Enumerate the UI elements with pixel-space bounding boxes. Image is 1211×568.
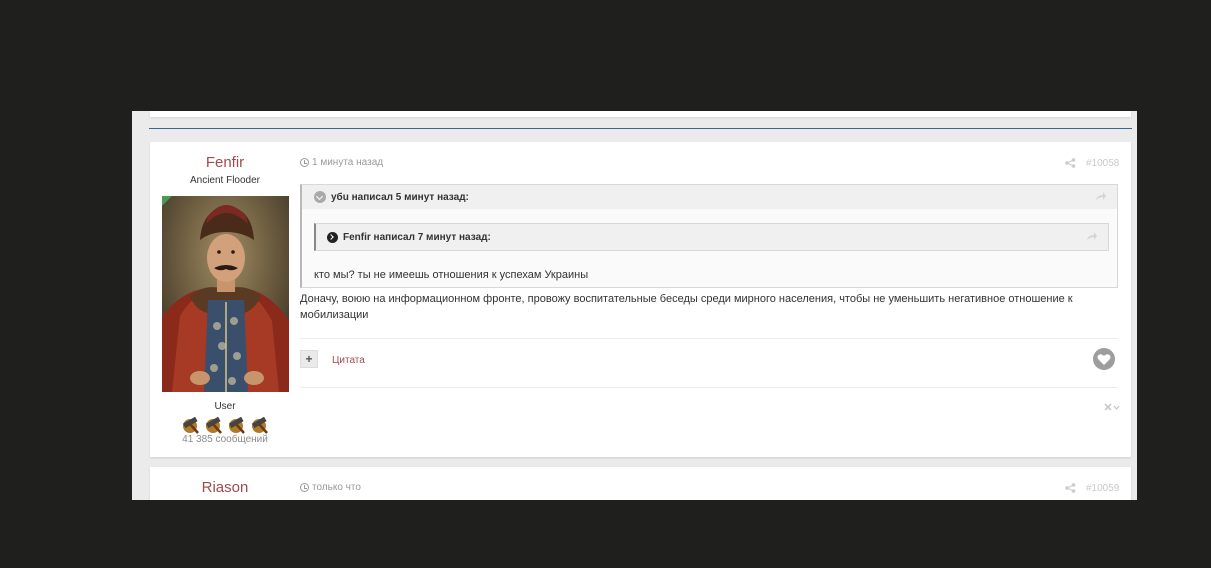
post-timestamp[interactable]: только что <box>300 482 361 493</box>
share-icon[interactable] <box>1065 158 1076 168</box>
heart-icon <box>1097 353 1111 365</box>
post-content: Доначу, воюю на информационном фронте, п… <box>300 293 1073 321</box>
rank-hammer-icon <box>251 416 268 434</box>
previous-post-bottom <box>150 111 1131 117</box>
rank-hammer-icon <box>228 416 245 434</box>
author-post-count[interactable]: 41 385 сообщений <box>150 434 300 445</box>
quote-source-icon[interactable] <box>1095 191 1107 201</box>
multiquote-button[interactable]: + <box>300 350 318 368</box>
post: Fenfir Ancient Flooder User 41 385 сообщ… <box>150 142 1131 457</box>
quote-text: кто мы? ты не имеешь отношения к успехам… <box>314 269 589 281</box>
author-group: User <box>214 401 236 412</box>
quote-block: убu написал 5 минут назад: Fenfir написа… <box>300 184 1118 288</box>
avatar[interactable] <box>162 196 289 392</box>
clock-icon <box>300 483 309 492</box>
post-time-text: только что <box>312 482 361 493</box>
post-timestamp[interactable]: 1 минута назад <box>300 157 383 168</box>
quote-button[interactable]: Цитата <box>332 355 365 366</box>
online-indicator <box>162 196 172 206</box>
avatar-portrait <box>162 196 289 392</box>
nested-quote-author-line: Fenfir написал 7 минут назад: <box>343 231 491 243</box>
close-icon[interactable] <box>1104 402 1120 412</box>
forum-topic-view: Fenfir Ancient Flooder User 41 385 сообщ… <box>132 111 1137 500</box>
nested-quote-block[interactable]: Fenfir написал 7 минут назад: <box>314 223 1109 251</box>
share-icon[interactable] <box>1065 483 1076 493</box>
rank-hammer-icon <box>205 416 222 434</box>
section-divider <box>149 128 1132 129</box>
post: Riason только что #10059 <box>150 467 1131 500</box>
chevron-right-icon[interactable] <box>327 231 338 243</box>
clock-icon <box>300 158 309 167</box>
post-time-text: 1 минута назад <box>312 157 384 168</box>
post-number-link[interactable]: #10059 <box>1086 483 1119 494</box>
rank-hammer-icon <box>182 416 199 434</box>
quote-header[interactable]: убu написал 5 минут назад: <box>302 185 1117 209</box>
divider <box>300 338 1118 339</box>
post-number-link[interactable]: #10058 <box>1086 158 1119 169</box>
author-name-link[interactable]: Fenfir <box>150 154 300 171</box>
quote-author-line: убu написал 5 минут назад: <box>331 191 469 203</box>
chevron-down-icon[interactable] <box>314 191 326 203</box>
rank-icons <box>178 414 273 434</box>
author-title: Ancient Flooder <box>189 175 261 186</box>
author-name-link[interactable]: Riason <box>150 479 300 496</box>
like-button[interactable] <box>1093 348 1115 370</box>
divider <box>300 387 1118 388</box>
nested-quote-source-icon[interactable] <box>1086 231 1098 241</box>
